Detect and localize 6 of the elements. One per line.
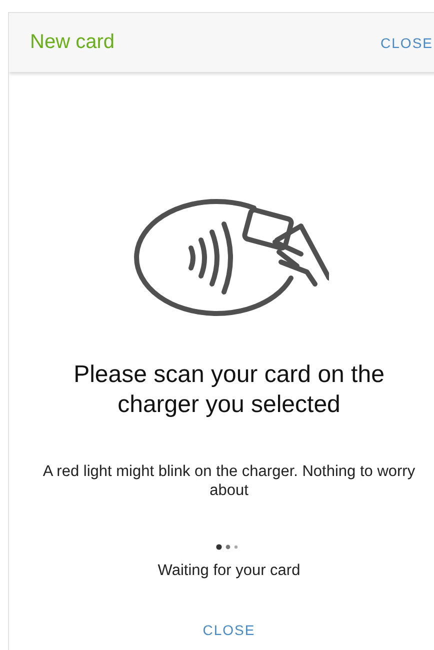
dialog-heading: Please scan your card on the charger you selected: [72, 360, 386, 420]
dialog-title: New card: [30, 31, 114, 54]
info-message: A red light might blink on the charger. Nothing to worry about: [42, 462, 416, 500]
status-text: Waiting for your card: [158, 562, 300, 580]
close-button[interactable]: CLOSE: [202, 620, 256, 640]
close-button[interactable]: CLOSE: [380, 32, 433, 52]
